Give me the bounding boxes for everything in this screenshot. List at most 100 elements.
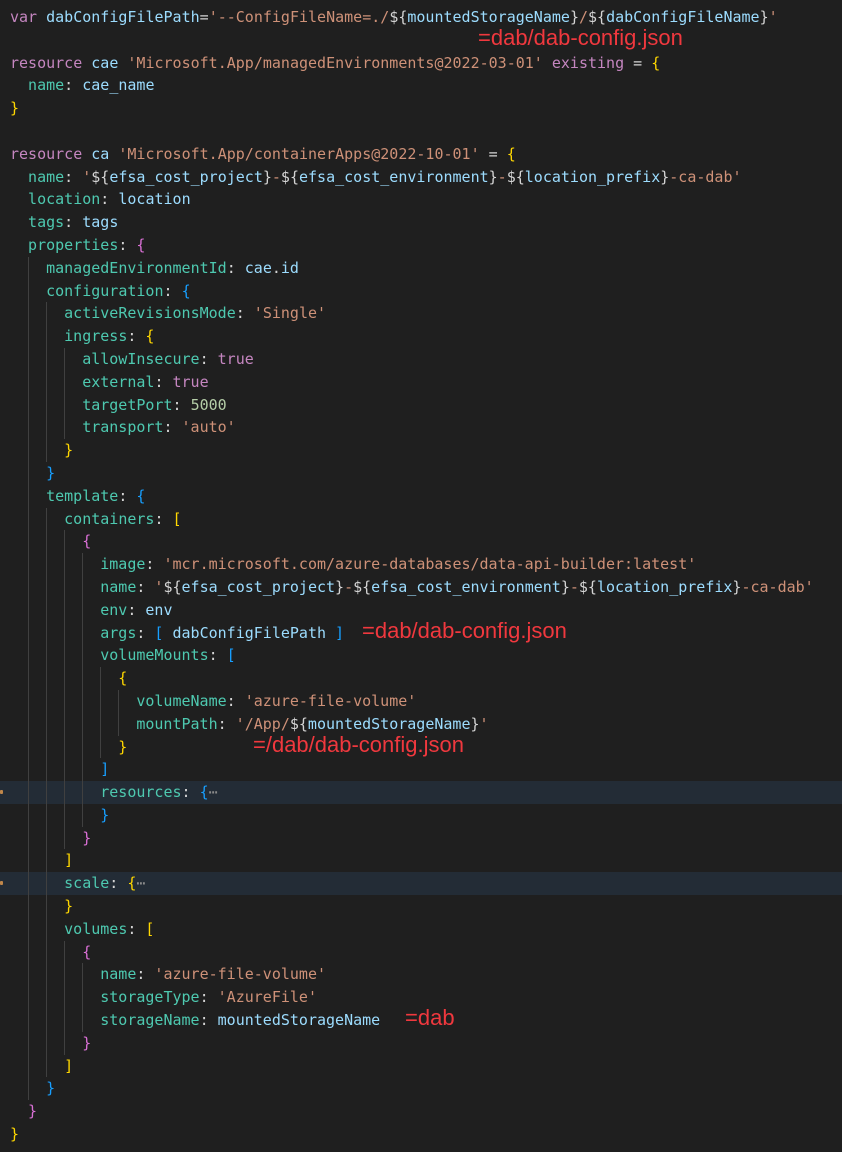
code-line[interactable]: } xyxy=(0,1031,842,1055)
indent-guide xyxy=(64,416,82,440)
code-line[interactable]: managedEnvironmentId: cae.id xyxy=(0,256,842,280)
code-line[interactable]: } xyxy=(0,461,842,485)
code-line[interactable]: } xyxy=(0,97,842,120)
code-token: : xyxy=(118,486,137,505)
code-token: efsa_cost_project xyxy=(109,167,263,186)
code-token: / xyxy=(578,8,588,26)
code-token: ] xyxy=(64,1056,74,1075)
code-line[interactable]: ] xyxy=(0,1054,842,1078)
code-line[interactable]: configuration: { xyxy=(0,279,842,303)
indent-guide xyxy=(28,963,46,987)
code-token: } xyxy=(10,99,20,118)
indent-guide xyxy=(100,667,118,690)
code-token: ⋯ xyxy=(208,783,218,802)
code-line[interactable]: volumeName: 'azure-file-volume' xyxy=(0,689,842,713)
code-line[interactable]: volumeMounts: [ xyxy=(0,644,842,668)
code-line[interactable]: } xyxy=(0,1077,842,1101)
code-line[interactable]: allowInsecure: true xyxy=(0,347,842,371)
code-token: : xyxy=(136,623,155,642)
indent-guide xyxy=(64,826,82,850)
code-line[interactable]: targetPort: 5000 xyxy=(0,393,842,417)
code-line[interactable]: storageName: mountedStorageName =dab xyxy=(0,1005,842,1032)
indent-guide xyxy=(46,416,64,440)
code-token: var xyxy=(10,8,38,26)
code-token: } xyxy=(82,1033,92,1052)
code-line[interactable]: } xyxy=(0,1123,842,1146)
indent-guide xyxy=(46,872,64,896)
indent-guide xyxy=(10,211,28,234)
indent-guide xyxy=(82,803,100,827)
code-token: ${ xyxy=(163,577,182,596)
code-line[interactable]: } xyxy=(0,826,842,850)
code-line[interactable]: volumes: [ xyxy=(0,917,842,941)
code-line[interactable]: tags: tags xyxy=(0,211,842,234)
code-line[interactable]: name: 'azure-file-volume' xyxy=(0,963,842,987)
indent-guide xyxy=(10,622,28,645)
indent-guide xyxy=(28,758,46,782)
code-line[interactable]: resource cae 'Microsoft.App/managedEnvir… xyxy=(0,52,842,75)
code-token: : xyxy=(199,349,218,368)
indent-guide xyxy=(46,302,64,326)
code-line[interactable]: activeRevisionsMode: 'Single' xyxy=(0,302,842,326)
indent-guide xyxy=(10,234,28,257)
indent-guide xyxy=(10,371,28,394)
code-line[interactable]: resource ca 'Microsoft.App/containerApps… xyxy=(0,143,842,166)
code-editor[interactable]: var dabConfigFilePath='--ConfigFileName=… xyxy=(0,6,842,1146)
code-token: managedEnvironmentId xyxy=(46,258,227,277)
code-line[interactable]: template: { xyxy=(0,484,842,508)
code-line[interactable]: containers: [ xyxy=(0,507,842,531)
code-token: id xyxy=(280,258,299,277)
code-line[interactable]: } xyxy=(0,895,842,918)
code-token: env xyxy=(145,600,173,619)
indent-guide xyxy=(46,940,64,964)
indent-guide xyxy=(46,917,64,941)
indent-guide xyxy=(82,621,100,645)
code-token: : xyxy=(154,372,173,391)
code-token: args xyxy=(100,623,137,642)
code-line[interactable]: image: 'mcr.microsoft.com/azure-database… xyxy=(0,553,842,576)
indent-guide xyxy=(46,1009,64,1032)
code-line[interactable] xyxy=(0,120,842,143)
code-line[interactable]: ] xyxy=(0,849,842,873)
indent-guide xyxy=(28,575,46,599)
code-line[interactable]: name: '${efsa_cost_project}-${efsa_cost_… xyxy=(0,166,842,189)
indent-guide xyxy=(10,1100,28,1123)
code-line[interactable]: ] xyxy=(0,758,842,782)
code-line[interactable]: args: [ dabConfigFilePath ] =dab/dab-conf… xyxy=(0,619,842,645)
code-line[interactable]: name: cae_name xyxy=(0,74,842,97)
indent-guide xyxy=(28,667,46,690)
code-line[interactable]: } xyxy=(0,803,842,827)
code-line[interactable]: } xyxy=(0,1100,842,1123)
code-line[interactable]: location: location xyxy=(0,188,842,211)
code-line[interactable]: transport: 'auto' xyxy=(0,416,842,440)
indent-guide xyxy=(10,599,28,622)
code-line[interactable]: { xyxy=(0,530,842,554)
code-line[interactable]: properties: { xyxy=(0,234,842,257)
code-token: resource xyxy=(10,144,83,163)
code-line[interactable]: { xyxy=(0,940,842,964)
code-token: } xyxy=(82,828,92,847)
code-line[interactable]: ingress: { xyxy=(0,325,842,348)
code-token: : xyxy=(208,646,227,665)
code-line[interactable]: =dab/dab-config.json xyxy=(0,26,842,52)
code-line[interactable]: scale: {⋯ xyxy=(0,872,842,896)
code-line[interactable]: var dabConfigFilePath='--ConfigFileName=… xyxy=(0,6,842,29)
code-line[interactable]: { xyxy=(0,667,842,690)
code-token: ca xyxy=(91,144,110,163)
fold-marker-icon[interactable] xyxy=(0,881,3,886)
code-token: : xyxy=(64,76,83,95)
indent-guide xyxy=(10,827,28,850)
code-line[interactable]: } =/dab/dab-config.json xyxy=(0,733,842,759)
code-line[interactable]: } xyxy=(0,439,842,462)
red-annotation: =dab xyxy=(405,1005,455,1031)
code-token: : xyxy=(163,418,182,437)
indent-guide xyxy=(10,325,28,348)
indent-guide xyxy=(28,689,46,713)
code-line[interactable]: external: true xyxy=(0,370,842,394)
indent-guide xyxy=(28,279,46,303)
code-line[interactable]: resources: {⋯ xyxy=(0,781,842,804)
code-line[interactable]: name: '${efsa_cost_project}-${efsa_cost_… xyxy=(0,575,842,599)
code-token: dabConfigFilePath xyxy=(46,8,200,26)
indent-guide xyxy=(46,393,64,417)
fold-marker-icon[interactable] xyxy=(0,790,3,795)
